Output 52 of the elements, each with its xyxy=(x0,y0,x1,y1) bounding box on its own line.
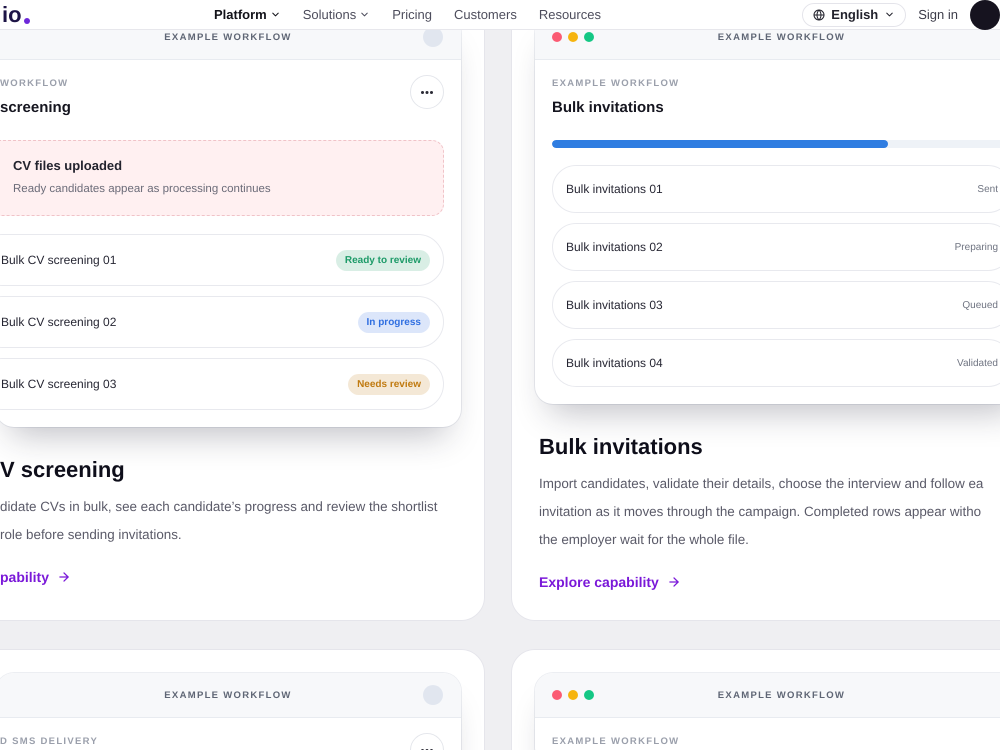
logo-dot-icon xyxy=(24,18,30,24)
notice-title: CV files uploaded xyxy=(13,157,124,175)
status-text: Queued xyxy=(962,300,998,310)
list-row[interactable]: Bulk CV screening 02 In progress xyxy=(0,296,444,348)
window-header-label: EXAMPLE WORKFLOW xyxy=(718,32,846,42)
list-row[interactable]: Bulk invitations 04 Validated xyxy=(552,339,1000,387)
row-label: Bulk CV screening 01 xyxy=(1,253,116,267)
eyebrow-label: EXAMPLE WORKFLOW xyxy=(552,78,680,90)
feature-description: Import candidates, validate their details, choose the interview and follow ea invitation as it moves through the campaign. Completed rows appear witho the employer wait for the whole file. xyxy=(539,475,984,549)
window-title: screening xyxy=(0,98,71,118)
row-label: Bulk CV screening 02 xyxy=(1,315,116,329)
more-icon xyxy=(421,90,433,94)
notice-text: Ready candidates appear as processing continues xyxy=(13,182,272,197)
eyebrow-label: WORKFLOW xyxy=(0,78,70,90)
list-row[interactable]: Bulk CV screening 01 Ready to review xyxy=(0,234,444,286)
window-header-label: EXAMPLE WORKFLOW xyxy=(164,690,292,700)
window-header-label: EXAMPLE WORKFLOW xyxy=(718,690,846,700)
row-label: Bulk invitations 03 xyxy=(566,298,663,312)
nav-link[interactable]: Platform xyxy=(214,7,281,22)
status-text: Preparing xyxy=(954,242,998,252)
nav-link[interactable]: Solutions xyxy=(302,7,370,22)
explore-link[interactable]: pability xyxy=(0,565,72,589)
list-row[interactable]: Bulk CV screening 03 Needs review xyxy=(0,358,444,410)
eyebrow-label: D SMS DELIVERY xyxy=(0,736,98,748)
list-row[interactable]: Bulk invitations 02 Preparing xyxy=(552,223,1000,271)
window-title: Bulk invitations xyxy=(552,98,665,118)
sign-in-link[interactable]: Sign in xyxy=(918,7,958,22)
explore-link[interactable]: Explore capability xyxy=(539,570,681,594)
list-row[interactable]: Bulk invitations 03 Queued xyxy=(552,281,1000,329)
status-badge: In progress xyxy=(358,312,430,332)
status-badge: Ready to review xyxy=(336,250,430,270)
row-label: Bulk invitations 04 xyxy=(566,356,663,370)
row-label: Bulk invitations 01 xyxy=(566,182,663,196)
row-label: Bulk invitations 02 xyxy=(566,240,663,254)
window-header-label: EXAMPLE WORKFLOW xyxy=(164,32,292,42)
eyebrow-label: EXAMPLE WORKFLOW xyxy=(552,736,680,748)
feature-heading: Bulk invitations xyxy=(539,434,703,460)
status-text: Validated xyxy=(957,358,998,368)
logo-text[interactable]: io xyxy=(2,4,22,26)
feature-description: didate CVs in bulk, see each candidate’s progress and review the shortlist role before sending invitations. xyxy=(0,498,438,544)
nav-link[interactable]: Pricing xyxy=(392,7,432,22)
status-badge: Needs review xyxy=(348,374,430,394)
nav-link[interactable]: Customers xyxy=(454,7,517,22)
status-text: Sent xyxy=(977,184,998,194)
feature-heading: V screening xyxy=(0,457,125,483)
list-row[interactable]: Bulk invitations 01 Sent xyxy=(552,165,1000,213)
more-button[interactable] xyxy=(410,75,444,109)
nav-link[interactable]: Resources xyxy=(538,7,601,22)
language-button[interactable]: English xyxy=(802,2,906,26)
circle-icon[interactable] xyxy=(970,0,1000,30)
globe-icon xyxy=(813,8,826,20)
row-label: Bulk CV screening 03 xyxy=(1,377,116,391)
